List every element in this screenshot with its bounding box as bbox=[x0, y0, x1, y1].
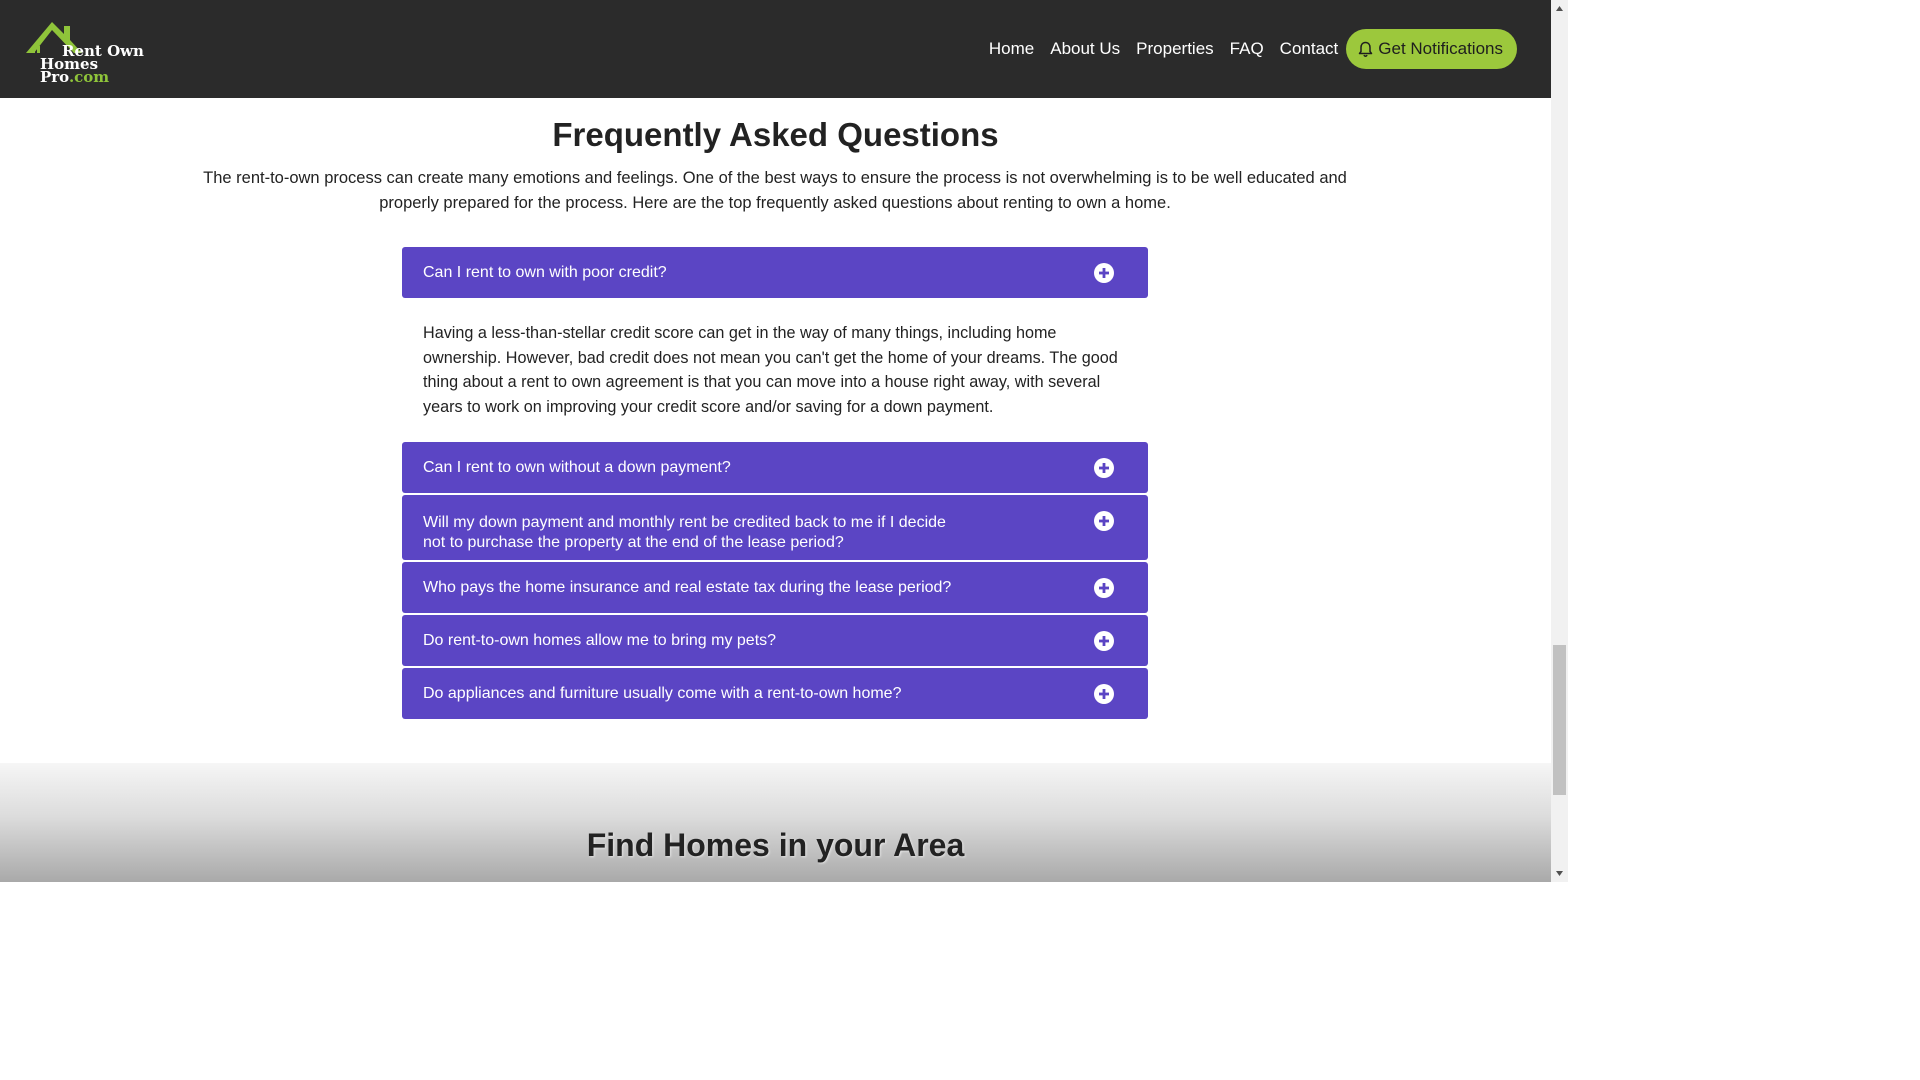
scroll-down-arrow-icon[interactable] bbox=[1551, 865, 1568, 882]
faq-question-credited-back[interactable]: Will my down payment and monthly rent be… bbox=[402, 495, 1148, 560]
faq-question-down-payment[interactable]: Can I rent to own without a down payment… bbox=[402, 442, 1148, 493]
nav-home[interactable]: Home bbox=[989, 39, 1034, 59]
plus-circle-icon bbox=[1094, 457, 1114, 478]
scrollbar-thumb[interactable] bbox=[1553, 645, 1566, 795]
scroll-up-arrow-icon[interactable] bbox=[1551, 0, 1568, 17]
page-scrollbar[interactable] bbox=[1551, 0, 1568, 882]
plus-circle-icon bbox=[1094, 262, 1114, 283]
nav-properties[interactable]: Properties bbox=[1136, 39, 1213, 59]
find-homes-section bbox=[0, 763, 1551, 882]
nav-faq[interactable]: FAQ bbox=[1230, 39, 1264, 59]
plus-circle-icon bbox=[1094, 630, 1114, 651]
faq-question-poor-credit[interactable]: Can I rent to own with poor credit? bbox=[402, 247, 1148, 298]
nav-about-us[interactable]: About Us bbox=[1050, 39, 1120, 59]
faq-accordion: Can I rent to own with poor credit? Havi… bbox=[402, 247, 1148, 721]
site-header: Rent Own Homes Pro.com Home About Us Pro… bbox=[0, 0, 1551, 98]
get-notifications-label: Get Notifications bbox=[1378, 39, 1503, 58]
site-logo[interactable]: Rent Own Homes Pro.com bbox=[24, 20, 164, 85]
faq-question-appliances[interactable]: Do appliances and furniture usually come… bbox=[402, 668, 1148, 719]
faq-question-label: Do appliances and furniture usually come… bbox=[423, 685, 902, 702]
faq-question-label: Can I rent to own with poor credit? bbox=[423, 264, 667, 281]
faq-question-label: Will my down payment and monthly rent be… bbox=[423, 514, 946, 551]
faq-title: Frequently Asked Questions bbox=[552, 116, 999, 153]
main-nav: Home About Us Properties FAQ Contact Get… bbox=[973, 29, 1517, 69]
logo-suffix: .com bbox=[68, 68, 110, 86]
faq-question-pets[interactable]: Do rent-to-own homes allow me to bring m… bbox=[402, 615, 1148, 666]
faq-question-label: Can I rent to own without a down payment… bbox=[423, 459, 731, 476]
find-homes-title: Find Homes in your Area bbox=[586, 827, 965, 863]
nav-contact[interactable]: Contact bbox=[1280, 39, 1339, 59]
plus-circle-icon bbox=[1094, 683, 1114, 704]
faq-question-label: Do rent-to-own homes allow me to bring m… bbox=[423, 632, 777, 649]
faq-intro: The rent-to-own process can create many … bbox=[203, 169, 1347, 212]
plus-circle-icon bbox=[1094, 577, 1114, 598]
get-notifications-button[interactable]: Get Notifications bbox=[1346, 29, 1517, 69]
plus-circle-icon bbox=[1094, 511, 1114, 531]
faq-question-label: Who pays the home insurance and real est… bbox=[423, 579, 952, 596]
bell-icon bbox=[1359, 41, 1373, 57]
faq-question-insurance-tax[interactable]: Who pays the home insurance and real est… bbox=[402, 562, 1148, 613]
faq-answer-poor-credit: Having a less-than-stellar credit score … bbox=[423, 324, 1118, 416]
